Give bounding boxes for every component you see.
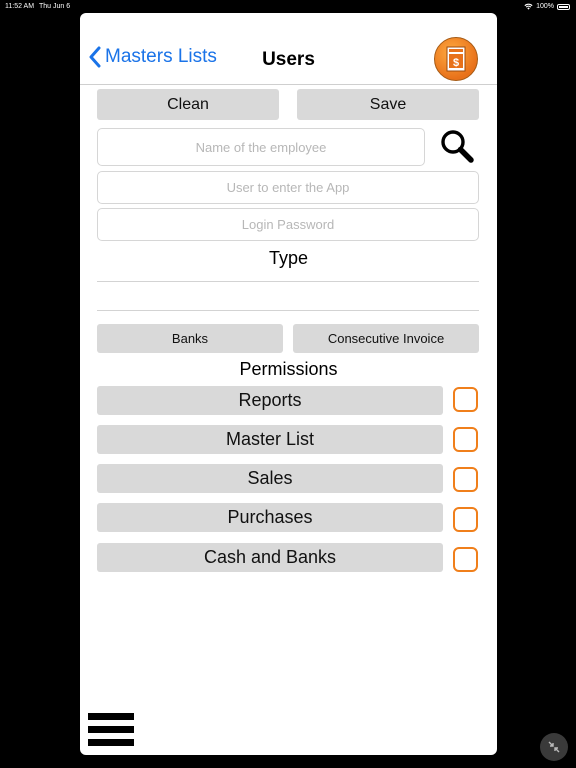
permission-master-list-checkbox[interactable] (453, 427, 478, 452)
status-time: 11:52 AM (5, 3, 35, 10)
svg-text:$: $ (453, 57, 459, 69)
type-label: Type (268, 248, 309, 268)
save-button[interactable]: Save (297, 89, 479, 120)
permission-sales-button[interactable]: Sales (97, 464, 443, 493)
consecutive-invoice-button[interactable]: Consecutive Invoice (293, 324, 479, 353)
permission-cash-and-banks-button[interactable]: Cash and Banks (97, 543, 443, 572)
app-user-input[interactable] (97, 171, 479, 204)
login-password-input[interactable] (97, 208, 479, 241)
divider-bottom (97, 310, 479, 311)
permission-cash-and-banks-checkbox[interactable] (453, 547, 478, 572)
status-bar: 11:52 AM Thu Jun 6 100% (0, 0, 576, 12)
status-right: 100% (524, 3, 570, 10)
banks-button[interactable]: Banks (97, 324, 283, 353)
wifi-icon (524, 3, 533, 10)
clean-button[interactable]: Clean (97, 89, 279, 120)
permission-purchases-checkbox[interactable] (453, 507, 478, 532)
users-sheet: Masters Lists Users $ Clean Save Type Ba… (80, 13, 497, 755)
permission-reports-button[interactable]: Reports (97, 386, 443, 415)
permission-master-list-button[interactable]: Master List (97, 425, 443, 454)
permission-sales-checkbox[interactable] (453, 467, 478, 492)
type-selector[interactable] (97, 282, 479, 310)
collapse-window-button[interactable] (540, 733, 568, 761)
search-icon (441, 130, 474, 163)
hamburger-menu-icon[interactable] (88, 713, 134, 746)
employee-name-input[interactable] (97, 128, 425, 166)
invoice-logo-icon[interactable]: $ (434, 37, 478, 81)
status-date: Thu Jun 6 (39, 3, 71, 10)
collapse-arrows-icon (548, 741, 560, 753)
permission-reports-checkbox[interactable] (453, 387, 478, 412)
search-button[interactable] (438, 128, 476, 164)
permission-purchases-button[interactable]: Purchases (97, 503, 443, 532)
battery-icon (557, 3, 570, 10)
battery-percent: 100% (536, 3, 554, 10)
permissions-title: Permissions (239, 359, 338, 379)
document-dollar-icon: $ (446, 46, 466, 72)
navigation-bar: Masters Lists Users $ (80, 13, 497, 85)
